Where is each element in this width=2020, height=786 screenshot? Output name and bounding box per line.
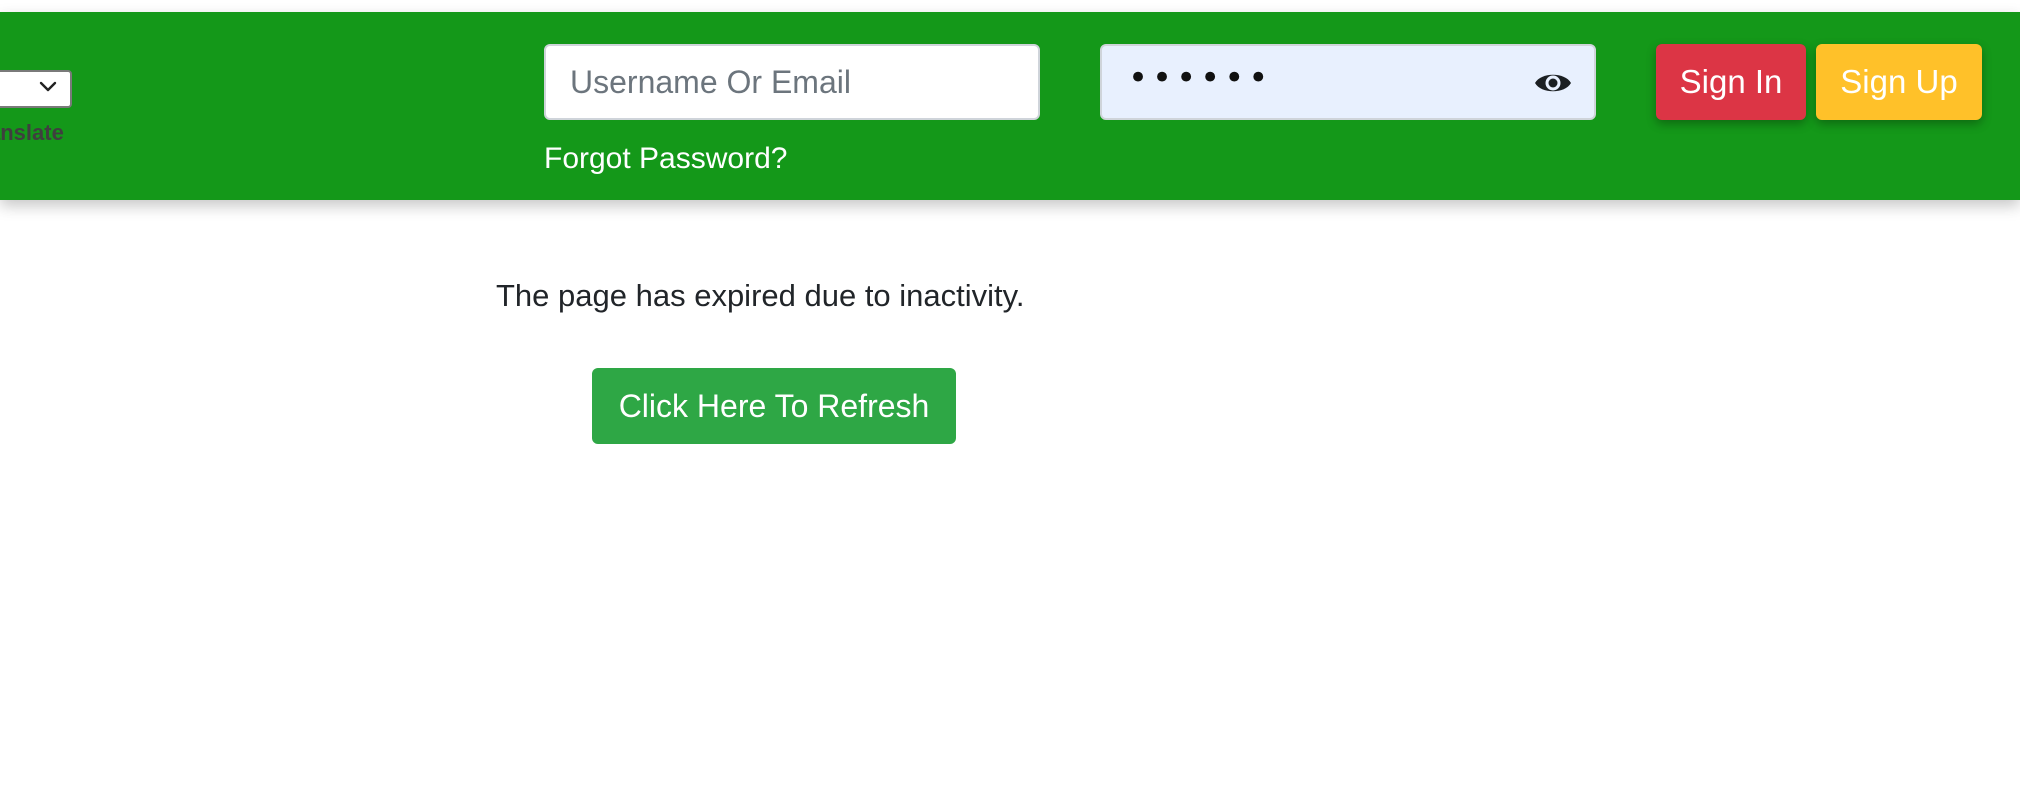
refresh-button[interactable]: Click Here To Refresh	[592, 368, 956, 444]
sign-in-button[interactable]: Sign In	[1656, 44, 1806, 120]
password-input[interactable]: ••••••	[1100, 44, 1596, 120]
site-header: anslate •••••• Forgot Password? Sign In …	[0, 12, 2020, 200]
forgot-password-link[interactable]: Forgot Password?	[544, 142, 787, 176]
password-mask: ••••••	[1128, 58, 1273, 98]
chevron-down-icon	[39, 81, 57, 92]
sign-up-button[interactable]: Sign Up	[1816, 44, 1982, 120]
expired-message: The page has expired due to inactivity.	[496, 278, 1025, 313]
eye-icon[interactable]	[1534, 68, 1572, 98]
language-select[interactable]	[0, 70, 72, 108]
translate-label: anslate	[0, 120, 64, 145]
username-input[interactable]	[544, 44, 1040, 120]
